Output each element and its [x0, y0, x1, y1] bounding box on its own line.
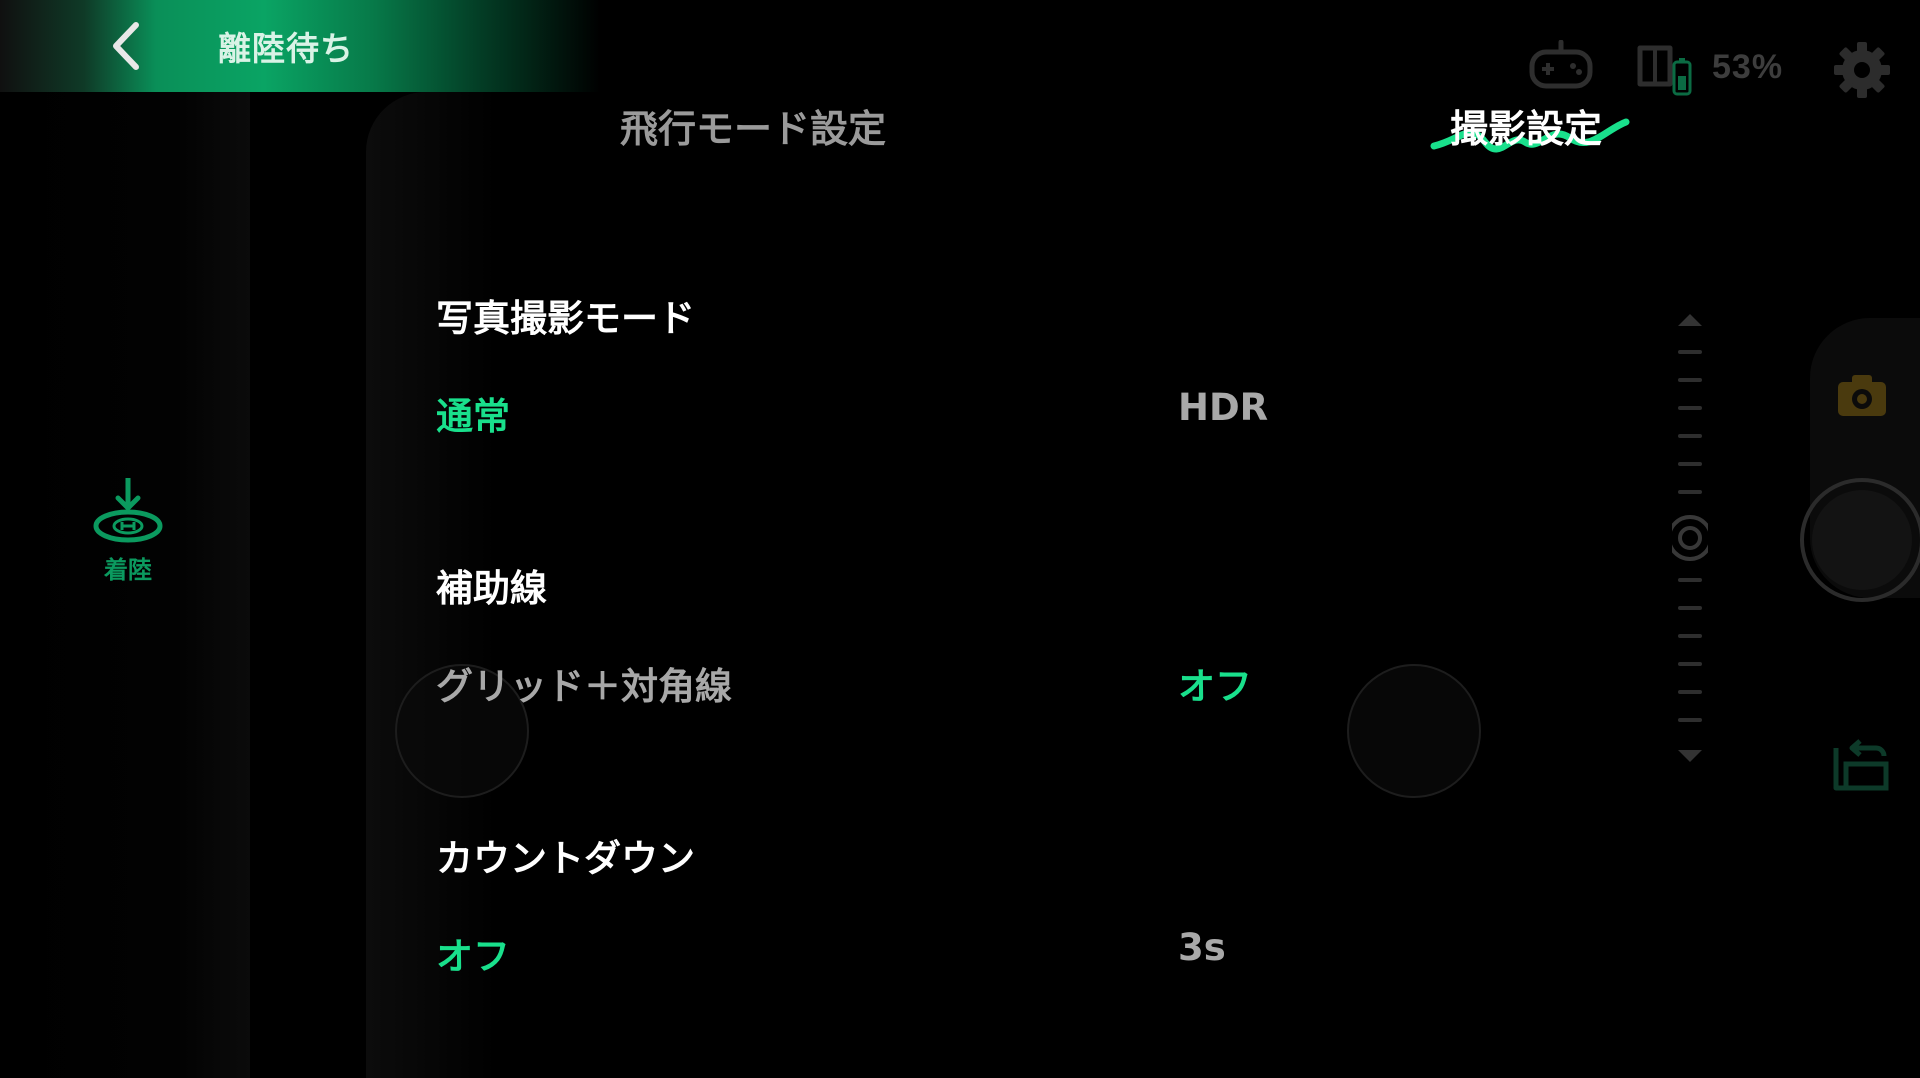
flight-status: 離陸待ち [218, 29, 354, 68]
landing-icon [93, 478, 163, 543]
right-joystick[interactable] [1347, 664, 1481, 798]
gamepad-icon [1529, 40, 1593, 89]
camera-icon[interactable] [1836, 372, 1888, 418]
option-countdown-3s[interactable]: 3s [1178, 926, 1226, 969]
option-countdown-off[interactable]: オフ [436, 926, 510, 980]
section-title-guides: 補助線 [436, 567, 547, 610]
option-photo-hdr[interactable]: HDR [1178, 386, 1268, 429]
battery-percentage: 53% [1712, 48, 1784, 86]
switch-view-icon[interactable] [1830, 738, 1892, 794]
tab-camera-settings[interactable]: 撮影設定 [1450, 98, 1602, 153]
zoom-slider-icon[interactable] [1672, 308, 1708, 768]
land-button[interactable]: 着陸 [88, 476, 168, 586]
app-screen: 離陸待ち 53% 着陸 飛行モード設定 撮影設定 写真撮影モード 通常 HDR … [0, 0, 1920, 1078]
section-title-countdown: カウントダウン [436, 837, 695, 880]
land-label: 着陸 [104, 556, 152, 584]
tab-flight-mode-settings[interactable]: 飛行モード設定 [620, 98, 886, 153]
chevron-left-icon [113, 22, 139, 70]
shutter-button[interactable] [1800, 478, 1920, 602]
shutter-inner [1812, 490, 1912, 590]
battery-icon [1637, 45, 1692, 96]
settings-panel [366, 92, 1686, 1078]
back-button[interactable] [100, 18, 150, 74]
option-photo-normal[interactable]: 通常 [436, 386, 510, 440]
option-guides-grid-diagonal[interactable]: グリッド＋対角線 [436, 656, 732, 710]
option-guides-off[interactable]: オフ [1178, 656, 1252, 710]
section-title-photo-mode: 写真撮影モード [436, 297, 695, 340]
gear-icon[interactable] [1832, 40, 1892, 100]
